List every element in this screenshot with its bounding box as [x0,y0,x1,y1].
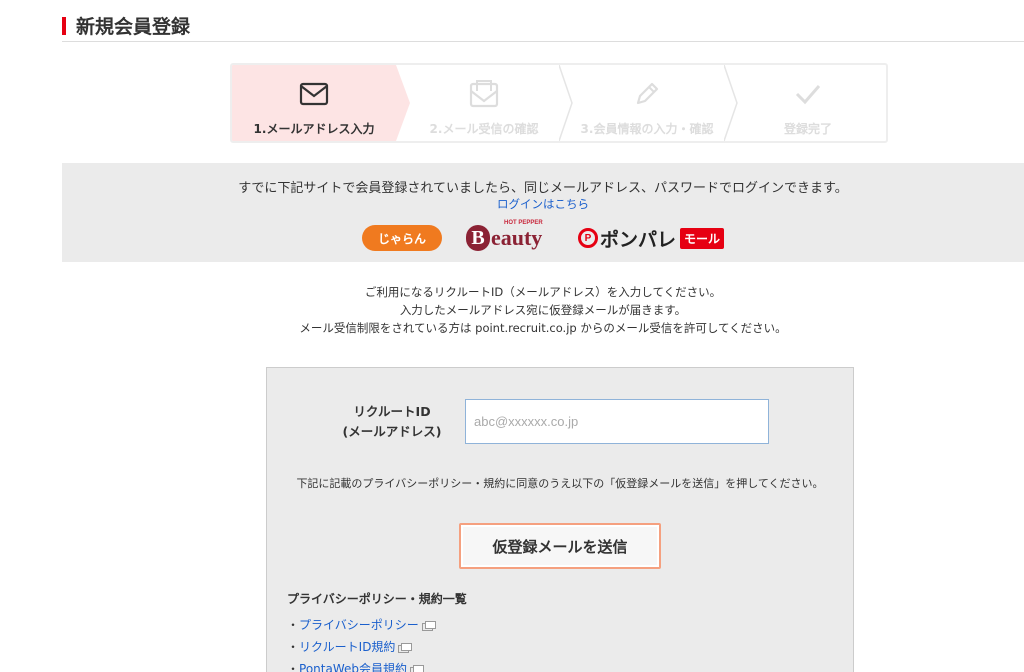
check-icon [726,79,886,109]
list-item: ・プライバシーポリシー [287,614,436,636]
beauty-wordmark: eauty [490,225,543,250]
partner-logos: じゃらん HOT PEPPER B eauty P ポンパレ モール [62,220,1024,255]
bullet: ・ [287,662,300,672]
step-complete: 登録完了 [726,65,886,141]
step-label: 3.会員情報の入力・確認 [580,122,714,136]
privacy-policy-link[interactable]: プライバシーポリシー [299,618,419,632]
policy-list-title: プライバシーポリシー・規約一覧 [287,592,467,606]
page-header: 新規会員登録 [62,14,1024,42]
recruit-id-terms-link[interactable]: リクルートID規約 [299,640,395,654]
login-link[interactable]: ログインはこちら [62,196,1024,212]
list-item: ・リクルートID規約 [287,636,434,658]
external-window-icon [410,665,424,672]
external-window-icon [421,621,436,631]
bullet: ・ [287,618,300,632]
registration-steps: 1.メールアドレス入力 2.メール受信の確認 3.会員情報の入力・確認 登録完了 [230,63,888,143]
step-member-info: 3.会員情報の入力・確認 [565,65,729,141]
instructions: ご利用になるリクルートID（メールアドレス）を入力してください。 入力したメール… [62,283,1024,337]
mall-badge: モール [680,227,725,249]
registration-form: リクルートID (メールアドレス) 下記に記載のプライバシーポリシー・規約に同意… [266,367,854,672]
step-label: 登録完了 [783,122,832,136]
policy-list: ・プライバシーポリシー ・リクルートID規約 ・PontaWeb会員規約 [287,614,436,672]
ponpare-p-mark: P [577,228,598,248]
recruit-id-label: リクルートID (メールアドレス) [327,402,457,442]
instruction-line: ご利用になるリクルートID（メールアドレス）を入力してください。 [364,285,722,299]
step-label: 2.メール受信の確認 [429,122,539,136]
ponpare-mall-logo: P ポンパレ モール [577,225,725,252]
step-mail-confirm: 2.メール受信の確認 [402,65,566,141]
pencil-icon [565,79,729,109]
step-label: 1.メールアドレス入力 [253,122,375,136]
pontaweb-terms-link[interactable]: PontaWeb会員規約 [299,662,407,672]
list-item: ・PontaWeb会員規約 [287,658,434,672]
bullet: ・ [287,640,300,654]
step-email-input: 1.メールアドレス入力 [232,65,396,141]
beauty-b-badge: B [465,225,490,251]
external-window-icon [398,643,413,653]
recruit-id-label-line1: リクルートID [353,404,431,419]
page-title: 新規会員登録 [76,16,191,38]
email-input[interactable] [465,399,769,444]
recruit-id-label-line2: (メールアドレス) [342,424,442,439]
consent-text: 下記に記載のプライバシーポリシー・規約に同意のうえ以下の「仮登録メールを送信」を… [296,477,824,490]
title-accent-bar [62,17,66,35]
send-provisional-email-button[interactable]: 仮登録メールを送信 [459,523,661,569]
envelope-icon [232,79,396,109]
existing-account-notice: すでに下記サイトで会員登録されていましたら、同じメールアドレス、パスワードでログ… [62,163,1024,262]
hotpepper-beauty-logo: HOT PEPPER B eauty [465,220,554,253]
instruction-line: 入力したメールアドレス宛に仮登録メールが届きます。 [399,303,687,317]
existing-account-message: すでに下記サイトで会員登録されていましたら、同じメールアドレス、パスワードでログ… [238,181,848,196]
ponpare-wordmark: ポンパレ [599,228,676,251]
jalan-logo-text: じゃらん [377,231,426,246]
envelope-open-icon [402,79,566,109]
jalan-logo: じゃらん [361,225,442,251]
instruction-line: メール受信制限をされている方は point.recruit.co.jp からのメ… [299,321,787,335]
